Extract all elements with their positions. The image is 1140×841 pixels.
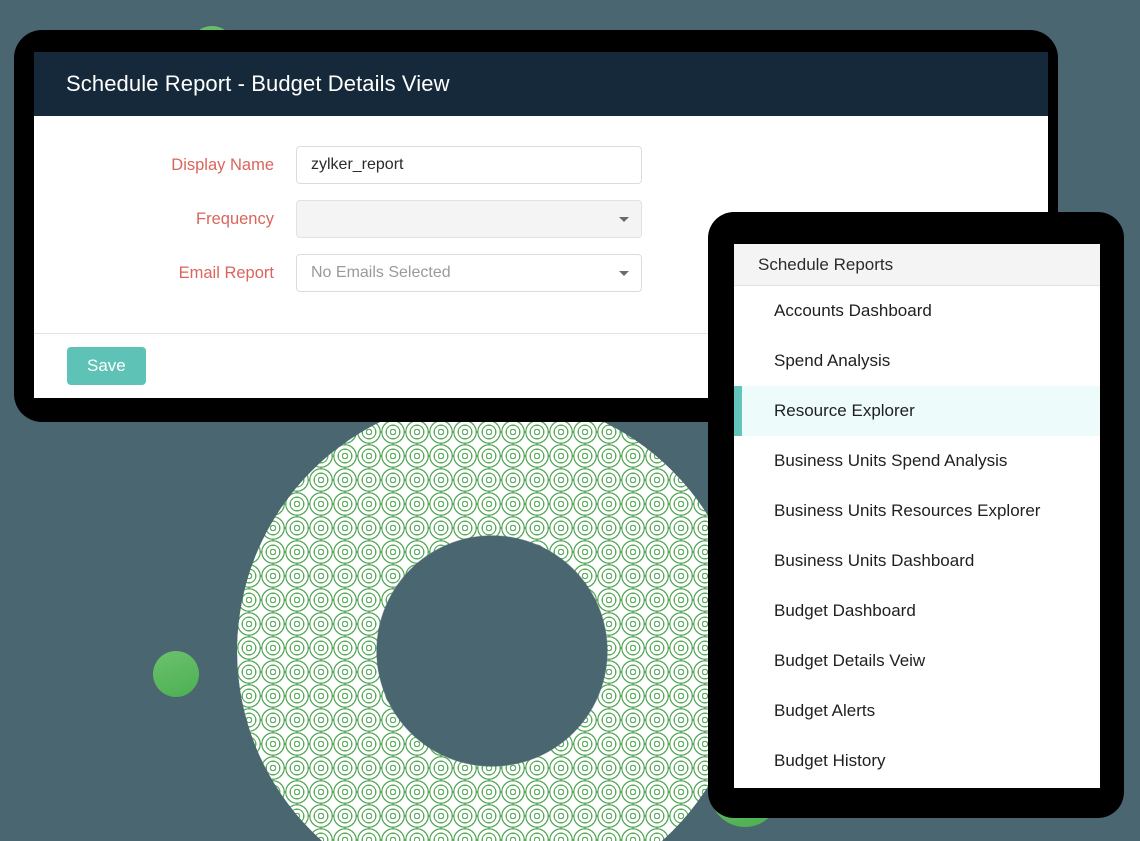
email-report-value: No Emails Selected: [311, 264, 451, 281]
dropdown-item[interactable]: Budget Details Veiw: [734, 636, 1100, 686]
dropdown-item[interactable]: Business Units Dashboard: [734, 536, 1100, 586]
schedule-reports-dropdown: Schedule Reports Accounts Dashboard Spend…: [734, 244, 1100, 788]
email-report-select[interactable]: No Emails Selected: [296, 254, 642, 292]
dropdown-item[interactable]: Business Units Spend Analysis: [734, 436, 1100, 486]
display-name-value: zylker_report: [311, 156, 404, 173]
page-title: Schedule Report - Budget Details View: [66, 71, 450, 96]
concentric-ring-decoration: [237, 396, 747, 841]
frequency-select[interactable]: [296, 200, 642, 238]
dropdown-item[interactable]: Budget Dashboard: [734, 586, 1100, 636]
display-name-input[interactable]: zylker_report: [296, 146, 642, 184]
chevron-down-icon: [619, 270, 629, 276]
window-titlebar: Schedule Report - Budget Details View: [34, 52, 1048, 116]
label-display-name: Display Name: [171, 155, 274, 174]
dropdown-item-label: Budget Details Veiw: [774, 651, 926, 670]
dropdown-item-label: Spend Analysis: [774, 351, 891, 370]
dropdown-header: Schedule Reports: [734, 244, 1100, 286]
dropdown-item-label: Budget Alerts: [774, 701, 876, 720]
dropdown-item-label: Accounts Dashboard: [774, 301, 932, 320]
save-button[interactable]: Save: [67, 347, 146, 385]
dropdown-item-label: Budget Dashboard: [774, 601, 916, 620]
form-row-display-name: Display Name zylker_report: [34, 146, 1048, 184]
dropdown-item[interactable]: Spend Analysis: [734, 336, 1100, 386]
green-circle-decoration-left: [153, 651, 199, 697]
label-frequency: Frequency: [196, 209, 274, 228]
dropdown-item[interactable]: Accounts Dashboard: [734, 286, 1100, 336]
dropdown-list: Accounts Dashboard Spend Analysis Resource…: [734, 286, 1100, 786]
dropdown-item[interactable]: Budget Alerts: [734, 686, 1100, 736]
dropdown-item-label: Business Units Resources Explorer: [774, 501, 1041, 520]
dropdown-item-label: Resource Explorer: [774, 401, 915, 420]
dropdown-item[interactable]: Resource Explorer: [734, 386, 1100, 436]
dropdown-item[interactable]: Business Units Resources Explorer: [734, 486, 1100, 536]
dropdown-item-label: Business Units Spend Analysis: [774, 451, 1008, 470]
dropdown-item[interactable]: Budget History: [734, 736, 1100, 786]
chevron-down-icon: [619, 216, 629, 222]
dropdown-item-label: Budget History: [774, 751, 886, 770]
dropdown-item-label: Business Units Dashboard: [774, 551, 975, 570]
label-email-report: Email Report: [178, 263, 274, 282]
